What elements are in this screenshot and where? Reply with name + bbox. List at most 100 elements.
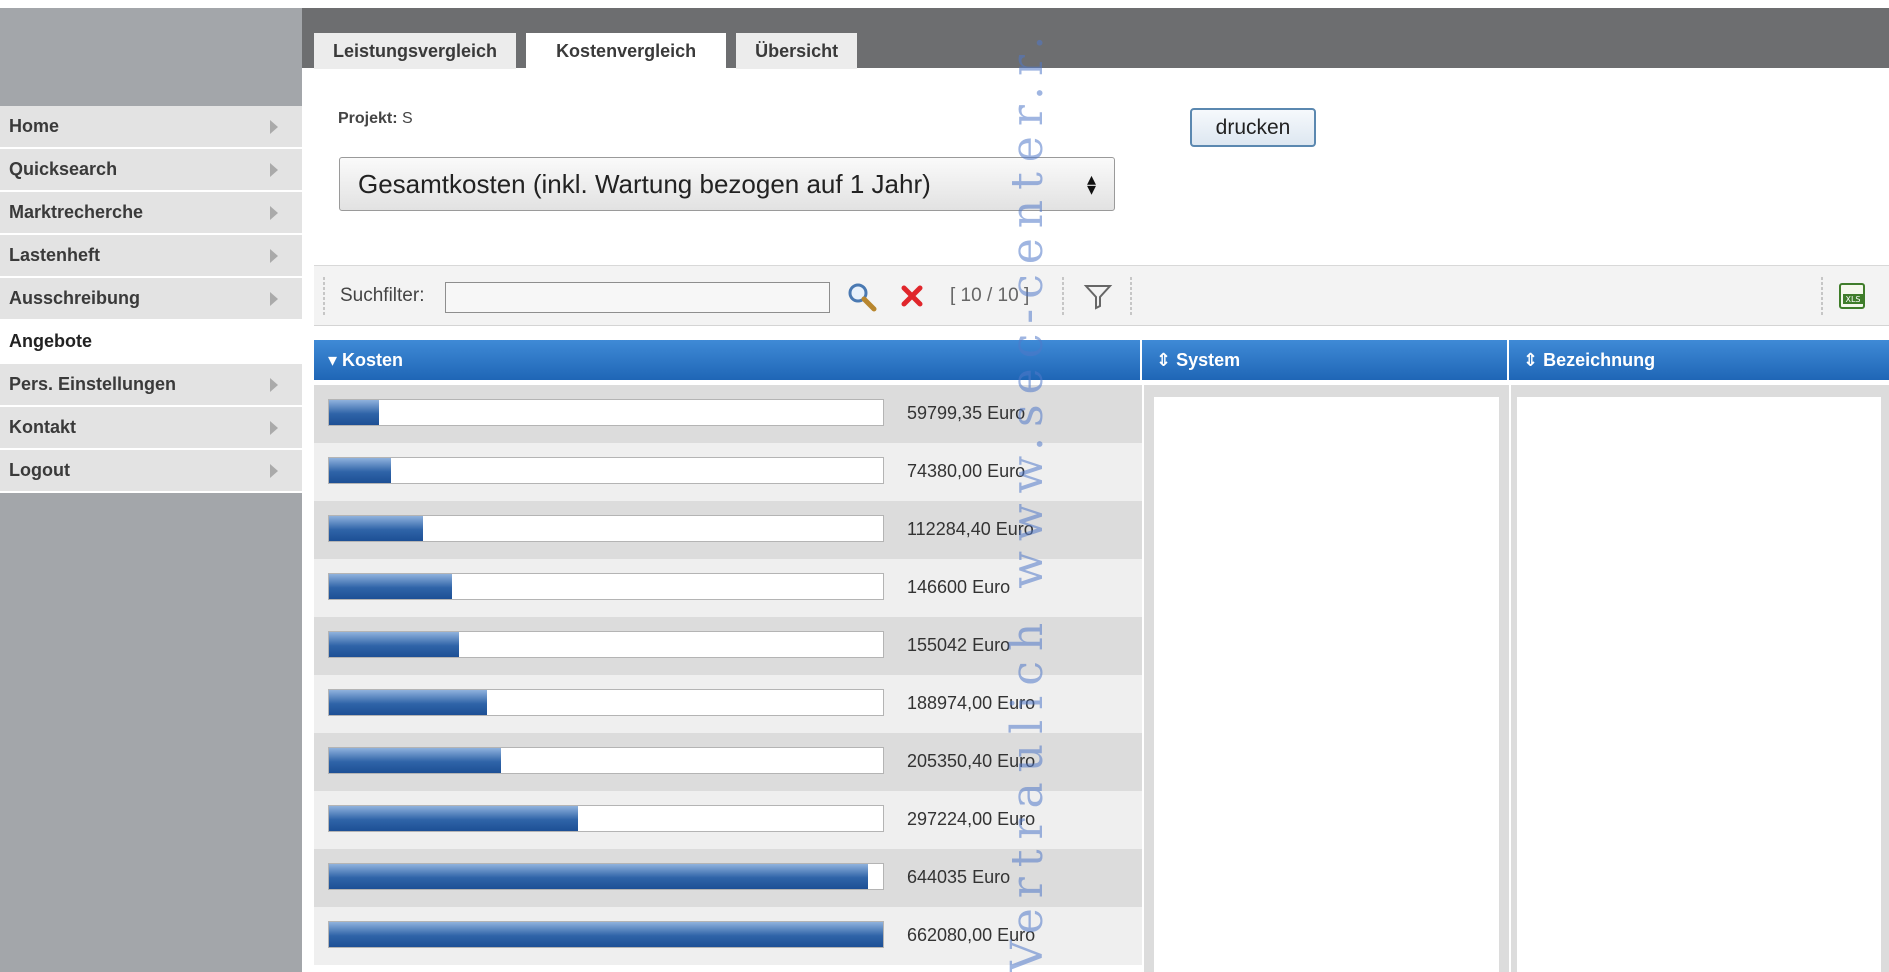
cost-bar — [328, 515, 884, 542]
cost-bar-fill — [329, 690, 488, 715]
sidebar-item-angebote[interactable]: Angebote — [0, 321, 302, 364]
search-filter-input[interactable] — [445, 282, 830, 313]
column-header-label: System — [1176, 349, 1241, 370]
cost-type-select-value: Gesamtkosten (inkl. Wartung bezogen auf … — [358, 168, 931, 199]
sort-icon: ⇕ — [1523, 349, 1544, 370]
top-bar: Leistungsvergleich Kostenvergleich Übers… — [302, 8, 1889, 69]
excel-export-icon[interactable]: XLS — [1837, 280, 1869, 312]
cost-bar — [328, 805, 884, 832]
sidebar-item-ausschreibung[interactable]: Ausschreibung — [0, 278, 302, 321]
grid-toolbar: Suchfilter: [ 10 / 10 ] XLS — [314, 266, 1889, 326]
table-row[interactable]: 644035 Euro — [314, 849, 1142, 907]
sidebar-item-label: Pers. Einstellungen — [9, 374, 177, 394]
column-header-bezeichnung[interactable]: ⇕ Bezeichnung — [1509, 340, 1889, 380]
column-header-label: Bezeichnung — [1543, 349, 1656, 370]
tab-uebersicht[interactable]: Übersicht — [736, 33, 858, 69]
left-top-strip — [0, 0, 302, 8]
sidebar-item-lastenheft[interactable]: Lastenheft — [0, 235, 302, 278]
tab-kostenvergleich[interactable]: Kostenvergleich — [526, 33, 727, 69]
table-row[interactable]: 188974,00 Euro — [314, 675, 1142, 733]
cost-bar — [328, 689, 884, 716]
bezeichnung-column-cells — [1517, 397, 1881, 972]
sidebar-item-label: Lastenheft — [9, 245, 101, 265]
sidebar-item-marktrecherche[interactable]: Marktrecherche — [0, 192, 302, 235]
column-header-system[interactable]: ⇕ System — [1142, 340, 1509, 380]
project-label-text: Projekt: — [338, 110, 398, 127]
sidebar-item-label: Quicksearch — [9, 159, 118, 179]
cost-value: 297224,00 Euro — [907, 809, 1036, 829]
toolbar-separator — [1821, 276, 1823, 316]
sidebar-item-label: Home — [9, 116, 60, 136]
toolbar-separator — [1130, 276, 1132, 316]
cost-value: 74380,00 Euro — [907, 461, 1026, 481]
chevron-right-icon — [270, 377, 278, 392]
search-filter-label: Suchfilter: — [340, 285, 425, 306]
cost-bar-fill — [329, 748, 501, 773]
tab-leistungsvergleich[interactable]: Leistungsvergleich — [314, 33, 517, 69]
system-column-body — [1144, 385, 1509, 972]
sidebar-nav: Home Quicksearch Marktrecherche Lastenhe… — [0, 106, 302, 493]
cost-bar — [328, 457, 884, 484]
sidebar-item-pers-einstellungen[interactable]: Pers. Einstellungen — [0, 364, 302, 407]
cost-value: 662080,00 Euro — [907, 925, 1036, 945]
cost-bar-fill — [329, 574, 452, 599]
cost-bar-fill — [329, 806, 578, 831]
sidebar-item-home[interactable]: Home — [0, 106, 302, 149]
cost-value: 644035 Euro — [907, 867, 1011, 887]
column-header-kosten[interactable]: ▾ Kosten — [314, 340, 1142, 380]
sidebar-item-label: Kontakt — [9, 417, 76, 437]
sidebar-item-label: Ausschreibung — [9, 288, 141, 308]
cost-bar-fill — [329, 632, 459, 657]
table-row[interactable]: 662080,00 Euro — [314, 907, 1142, 965]
tab-strip: Leistungsvergleich Kostenvergleich Übers… — [314, 33, 858, 69]
table-row[interactable]: 112284,40 Euro — [314, 501, 1142, 559]
sort-icon: ⇕ — [1156, 349, 1177, 370]
chevron-right-icon — [270, 119, 278, 134]
project-name: S — [402, 110, 413, 127]
chevron-right-icon — [270, 248, 278, 263]
cost-bar — [328, 573, 884, 600]
cost-bar-fill — [329, 400, 380, 425]
sidebar-item-logout[interactable]: Logout — [0, 450, 302, 493]
cost-value: 59799,35 Euro — [907, 403, 1026, 423]
cost-bar-fill — [329, 922, 883, 947]
search-icon[interactable] — [845, 280, 879, 314]
sidebar-item-kontakt[interactable]: Kontakt — [0, 407, 302, 450]
chevron-right-icon — [270, 463, 278, 478]
table-row[interactable]: 74380,00 Euro — [314, 443, 1142, 501]
table-row[interactable]: 205350,40 Euro — [314, 733, 1142, 791]
toolbar-separator — [323, 276, 325, 316]
table-row[interactable]: 59799,35 Euro — [314, 385, 1142, 443]
sidebar-item-label: Angebote — [9, 331, 92, 351]
cost-bar — [328, 747, 884, 774]
record-count: [ 10 / 10 ] — [950, 285, 1030, 306]
cost-bar — [328, 921, 884, 948]
cost-bar-fill — [329, 458, 392, 483]
svg-text:XLS: XLS — [1845, 295, 1860, 304]
table-row[interactable]: 146600 Euro — [314, 559, 1142, 617]
toolbar-separator — [1062, 276, 1064, 316]
cost-value: 146600 Euro — [907, 577, 1011, 597]
cost-bar-fill — [329, 864, 868, 889]
project-label: Projekt: S — [338, 110, 413, 128]
cost-bar — [328, 631, 884, 658]
sort-desc-icon: ▾ — [328, 349, 343, 370]
table-row[interactable]: 155042 Euro — [314, 617, 1142, 675]
table-row[interactable]: 297224,00 Euro — [314, 791, 1142, 849]
print-button[interactable]: drucken — [1190, 108, 1316, 147]
filter-icon[interactable] — [1082, 280, 1114, 312]
cost-value: 188974,00 Euro — [907, 693, 1036, 713]
cost-type-select[interactable]: Gesamtkosten (inkl. Wartung bezogen auf … — [339, 157, 1115, 211]
grid-rows: 59799,35 Euro 74380,00 Euro 112284,40 Eu… — [314, 385, 1142, 965]
clear-filter-icon[interactable] — [897, 281, 927, 311]
chevron-right-icon — [270, 205, 278, 220]
cost-bar — [328, 863, 884, 890]
cost-value: 155042 Euro — [907, 635, 1011, 655]
sidebar-item-quicksearch[interactable]: Quicksearch — [0, 149, 302, 192]
select-arrows-icon: ▴ ▾ — [1086, 169, 1096, 199]
bezeichnung-column-body — [1511, 385, 1889, 972]
sidebar-item-label: Logout — [9, 460, 70, 480]
system-column-cells — [1154, 397, 1499, 972]
column-header-label: Kosten — [342, 349, 404, 370]
cost-grid: Suchfilter: [ 10 / 10 ] XLS ▾ Kosten ⇕ S… — [314, 265, 1889, 972]
